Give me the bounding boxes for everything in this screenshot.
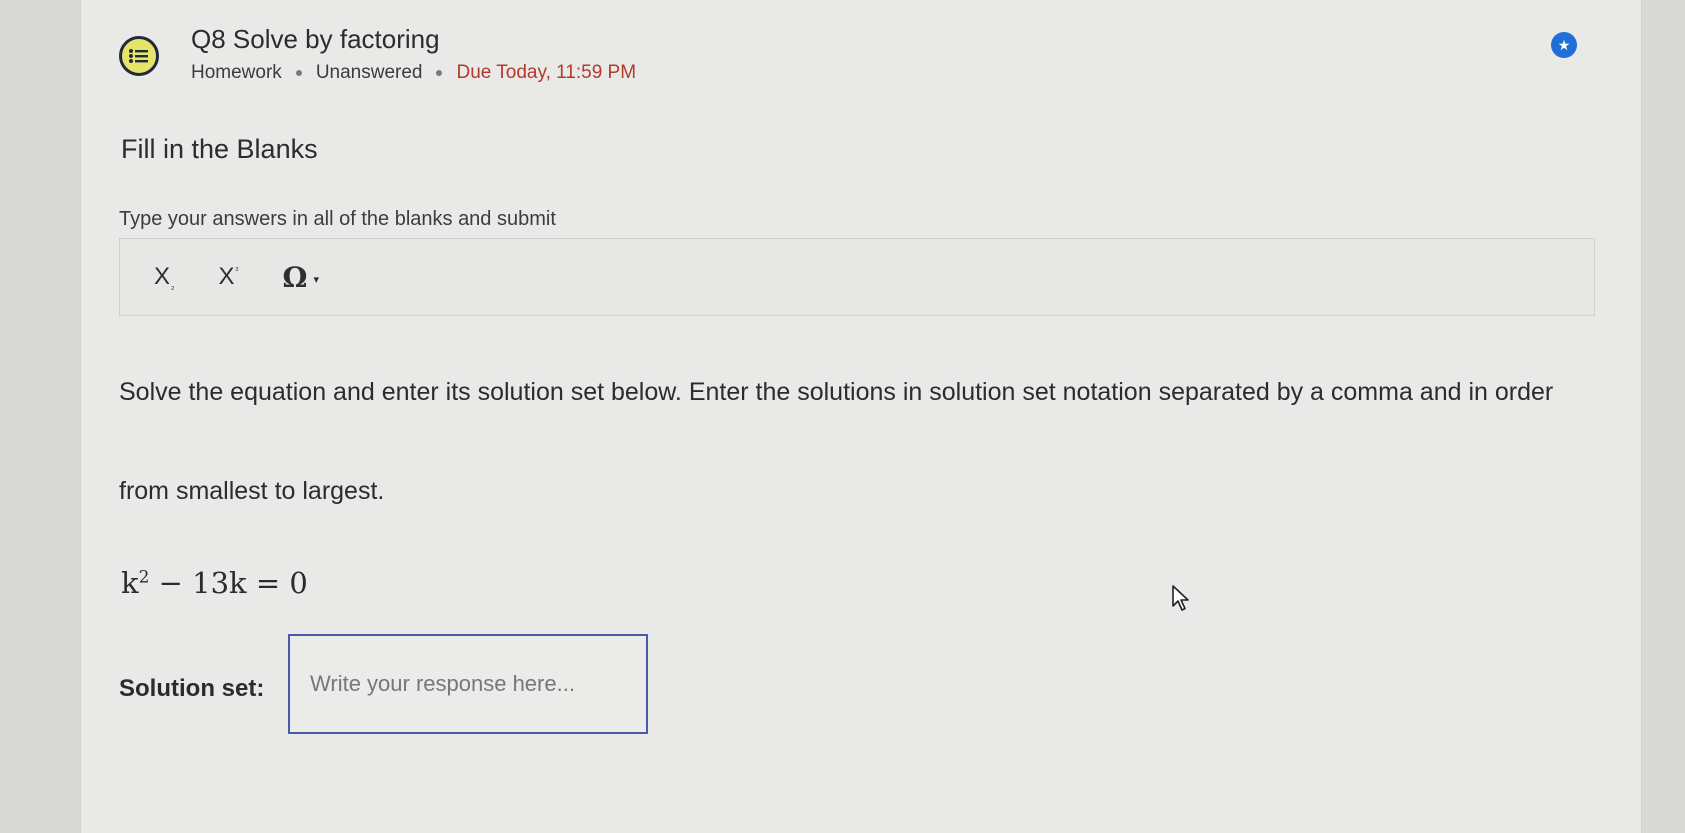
equation-exponent: 2: [138, 567, 150, 588]
special-characters-button[interactable]: Ω ▾: [283, 261, 319, 294]
prompt-text-line1: Solve the equation and enter its solutio…: [119, 378, 1554, 406]
solution-set-label: Solution set:: [119, 675, 265, 702]
question-type: Fill in the Blanks: [121, 134, 318, 164]
superscript-mark: ²: [235, 265, 239, 275]
question-meta: Homework Unanswered Due Today, 11:59 PM: [191, 62, 636, 84]
solution-set-input[interactable]: [288, 634, 648, 734]
instructions-text: Type your answers in all of the blanks a…: [119, 208, 556, 230]
prompt-text-line2: from smallest to largest.: [119, 477, 385, 505]
star-badge-icon[interactable]: ★: [1551, 32, 1577, 58]
separator-dot: [436, 70, 443, 76]
question-category: Homework: [191, 62, 282, 83]
subscript-label: X: [154, 263, 171, 290]
formatting-toolbar: X ₂ X ² Ω ▾: [119, 238, 1595, 316]
equation: k2 − 13k = 0: [121, 566, 308, 600]
question-page: Q8 Solve by factoring Homework Unanswere…: [80, 0, 1642, 833]
equation-rest: − 13k = 0: [149, 566, 308, 600]
question-header: Q8 Solve by factoring Homework Unanswere…: [119, 22, 636, 84]
question-due-date: Due Today, 11:59 PM: [456, 62, 637, 83]
mouse-pointer-icon: [1171, 584, 1193, 617]
question-title: Q8 Solve by factoring: [191, 24, 440, 54]
equation-variable: k: [121, 566, 139, 600]
subscript-mark: ₂: [171, 281, 175, 291]
chevron-down-icon: ▾: [313, 273, 319, 286]
omega-icon: Ω: [282, 260, 308, 294]
superscript-label: X: [218, 263, 235, 290]
subscript-button[interactable]: X ₂: [154, 263, 175, 291]
question-status: Unanswered: [315, 62, 423, 83]
separator-dot: [295, 70, 302, 76]
superscript-button[interactable]: X ²: [219, 263, 239, 291]
list-chat-icon: [119, 36, 159, 76]
